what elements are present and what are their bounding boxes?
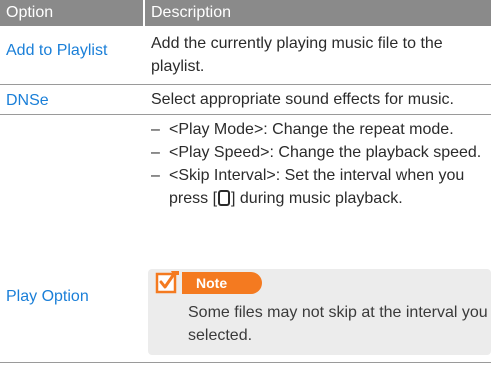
bullet-text: ] during music playback.	[231, 190, 403, 207]
bullet-skip-interval: – <Skip Interval>: Set the interval when…	[151, 164, 491, 210]
bullet-play-speed: – <Play Speed>: Change the playback spee…	[151, 141, 491, 164]
note-title: Note	[182, 272, 262, 294]
note-box: Note Some files may not skip at the inte…	[148, 269, 491, 355]
header-description: Description	[145, 0, 491, 26]
note-text: Some files may not skip at the interval …	[188, 304, 488, 344]
bullet-dash: –	[151, 144, 160, 161]
description-play-option: – <Play Mode>: Change the repeat mode. –…	[145, 118, 491, 210]
bullet-play-mode: – <Play Mode>: Change the repeat mode.	[151, 118, 491, 141]
row-divider	[0, 114, 491, 115]
bullet-dash: –	[151, 121, 160, 138]
option-add-to-playlist: Add to Playlist	[6, 42, 108, 59]
option-dnse: DNSe	[6, 92, 49, 109]
play-pause-button-icon	[218, 190, 231, 206]
bullet-text: <Play Speed>: Change the playback speed.	[169, 144, 482, 161]
bullet-dash: –	[151, 167, 160, 184]
header-option: Option	[0, 0, 143, 26]
table-bottom-rule	[0, 362, 491, 363]
row-divider	[0, 84, 491, 85]
bullet-text: <Play Mode>: Change the repeat mode.	[169, 121, 454, 138]
description-dnse: Select appropriate sound effects for mus…	[151, 91, 454, 108]
option-play-option: Play Option	[6, 288, 89, 305]
description-add-to-playlist: Add the currently playing music file to …	[151, 35, 443, 75]
note-pencil-icon	[155, 271, 179, 294]
